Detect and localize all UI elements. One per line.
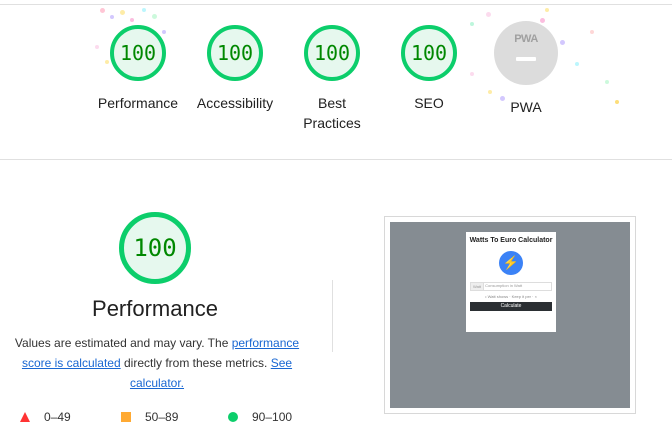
confetti-dot xyxy=(615,100,619,104)
confetti-dot xyxy=(590,30,594,34)
confetti-dot xyxy=(142,8,146,12)
calculator-card: Watts To Euro Calculator ⚡ Watt Consumpt… xyxy=(466,232,556,332)
red-triangle-icon xyxy=(20,412,30,422)
confetti-dot xyxy=(100,8,105,13)
legend-pass-range: 90–100 xyxy=(252,410,293,424)
final-screenshot-frame[interactable]: Watts To Euro Calculator ⚡ Watt Consumpt… xyxy=(384,216,636,414)
final-screenshot: Watts To Euro Calculator ⚡ Watt Consumpt… xyxy=(390,222,630,408)
input-hint: • Watt shows · Keep it per · × xyxy=(485,294,537,299)
score-gauges: 100 Performance 100 Accessibility 100 Be… xyxy=(0,0,672,160)
gauge-best-practices-score: 100 xyxy=(304,25,360,81)
lightning-bolt-icon: ⚡ xyxy=(499,251,523,275)
legend-pass: 90–100 xyxy=(228,410,292,424)
confetti-dot xyxy=(120,10,125,15)
pwa-badge-text: PWA xyxy=(514,33,538,45)
consumption-input: Watt Consumption in Watt xyxy=(470,282,552,291)
desc-prefix: Values are estimated and may vary. The xyxy=(14,336,232,350)
confetti-dot xyxy=(605,80,609,84)
gauge-seo[interactable]: 100 SEO xyxy=(379,25,479,113)
section-divider xyxy=(0,159,672,160)
legend-fail: 0–49 xyxy=(20,410,71,424)
input-placeholder: Consumption in Watt xyxy=(485,283,523,288)
desc-middle: directly from these metrics. xyxy=(120,356,271,370)
confetti-dot xyxy=(110,15,114,19)
performance-score-gauge: 100 xyxy=(119,212,191,284)
gauge-seo-score: 100 xyxy=(401,25,457,81)
legend-average: 50–89 xyxy=(121,410,178,424)
gauge-performance-label: Performance xyxy=(97,95,179,111)
confetti-dot xyxy=(545,8,549,12)
legend-fail-range: 0–49 xyxy=(44,410,71,424)
orange-square-icon xyxy=(121,412,131,422)
calculate-button: Calculate xyxy=(470,302,552,311)
input-unit: Watt xyxy=(471,283,484,290)
gauge-seo-label: SEO xyxy=(414,95,444,111)
gauge-performance-score: 100 xyxy=(110,25,166,81)
green-circle-icon xyxy=(228,412,238,422)
confetti-dot xyxy=(486,12,491,17)
gauge-best-practices-label: Best Practices xyxy=(303,95,361,131)
gauge-accessibility-label: Accessibility xyxy=(196,95,274,111)
calculator-title: Watts To Euro Calculator xyxy=(469,237,553,244)
gauge-performance[interactable]: 100 Performance xyxy=(88,25,188,113)
gauge-accessibility[interactable]: 100 Accessibility xyxy=(185,25,285,113)
gauge-pwa[interactable]: PWA PWA xyxy=(476,21,576,117)
gauge-best-practices[interactable]: 100 Best Practices xyxy=(282,25,382,133)
confetti-dot xyxy=(130,18,134,22)
performance-description: Values are estimated and may vary. The p… xyxy=(8,333,306,393)
gauge-accessibility-score: 100 xyxy=(207,25,263,81)
confetti-dot xyxy=(152,14,157,19)
pwa-badge-bar xyxy=(516,57,536,61)
legend-average-range: 50–89 xyxy=(145,410,179,424)
vertical-divider xyxy=(332,280,333,352)
confetti-dot xyxy=(540,18,545,23)
performance-title: Performance xyxy=(92,296,218,321)
gauge-pwa-label: PWA xyxy=(510,99,542,115)
pwa-badge-icon: PWA xyxy=(494,21,558,85)
